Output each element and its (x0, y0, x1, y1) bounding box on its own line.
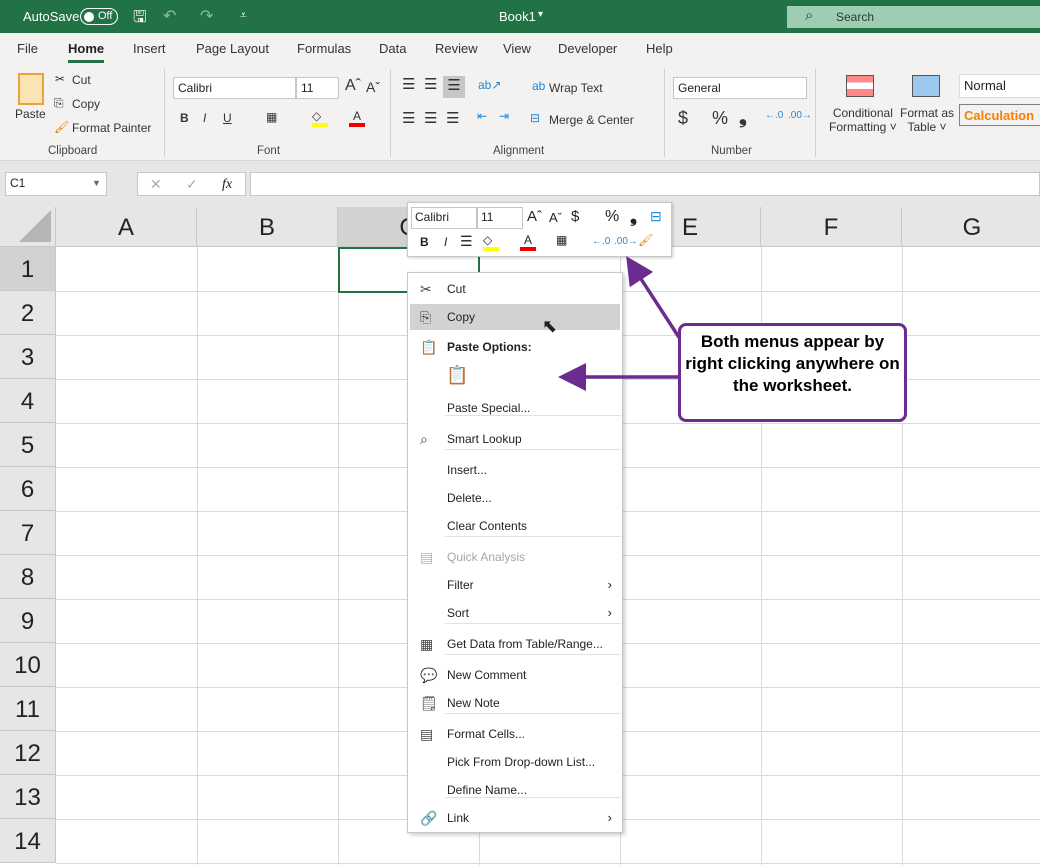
mouse-cursor-icon: ⬉ (542, 316, 558, 336)
callout-box: Both menus appear by right clicking anyw… (678, 323, 907, 422)
arrow-to-mini-toolbar (626, 256, 686, 346)
callout-arrows (558, 256, 686, 391)
